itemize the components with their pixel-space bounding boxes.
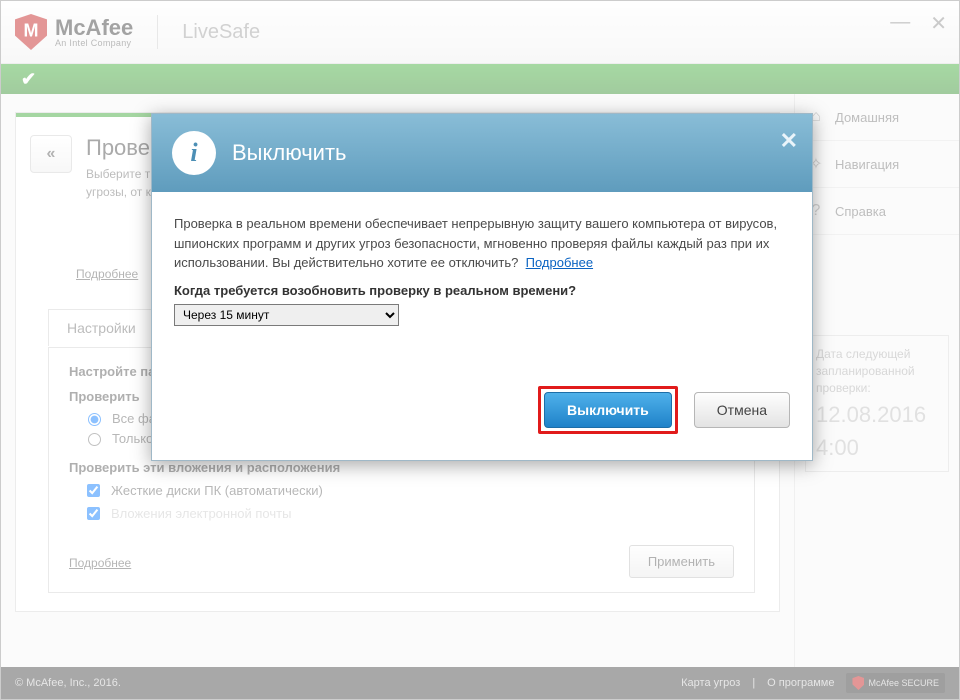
- dialog-close-button[interactable]: ✕: [780, 128, 798, 154]
- dialog-body: Проверка в реальном времени обеспечивает…: [152, 192, 812, 460]
- disable-button[interactable]: Выключить: [544, 392, 672, 428]
- disable-dialog: i Выключить ✕ Проверка в реальном времен…: [151, 113, 813, 461]
- info-icon: i: [172, 131, 216, 175]
- dialog-learn-more-link[interactable]: Подробнее: [526, 255, 593, 270]
- dialog-question: Когда требуется возобновить проверку в р…: [174, 283, 790, 298]
- dialog-header: i Выключить ✕: [152, 114, 812, 192]
- dialog-title: Выключить: [232, 140, 347, 166]
- cancel-button[interactable]: Отмена: [694, 392, 790, 428]
- dialog-actions: Выключить Отмена: [174, 386, 790, 434]
- dialog-message: Проверка в реальном времени обеспечивает…: [174, 214, 790, 273]
- app-window: McAfee An Intel Company LiveSafe — ✕ ✔ «…: [0, 0, 960, 700]
- primary-action-highlight: Выключить: [538, 386, 678, 434]
- dialog-message-text: Проверка в реальном времени обеспечивает…: [174, 216, 777, 270]
- resume-interval-select[interactable]: Через 15 минут: [174, 304, 399, 326]
